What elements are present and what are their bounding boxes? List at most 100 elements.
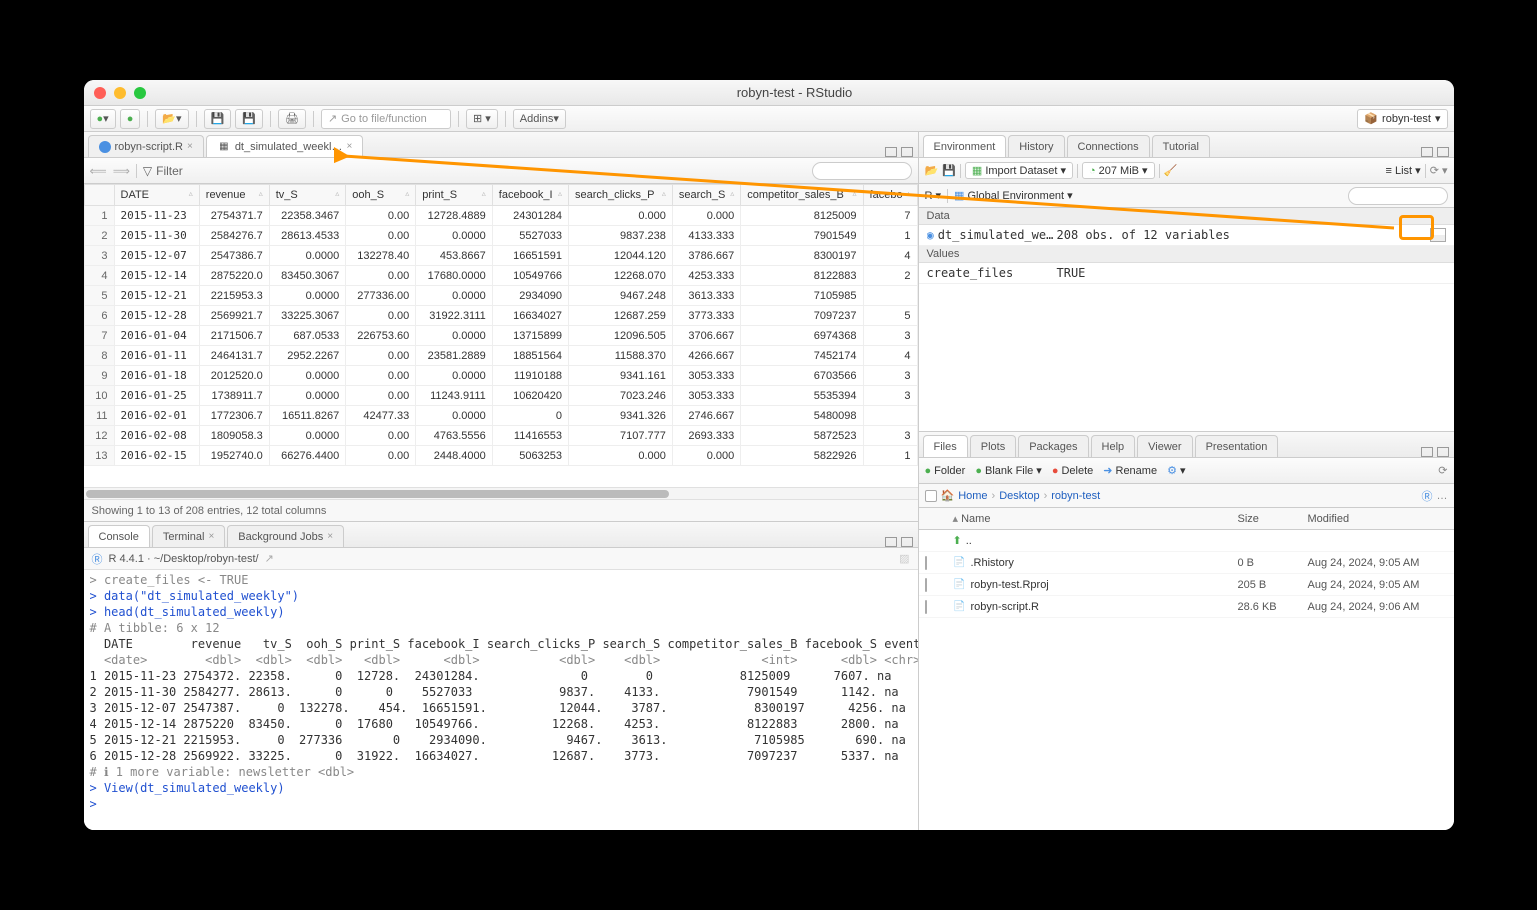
column-header[interactable]: print_S▵ <box>416 185 493 206</box>
tab-robyn-script[interactable]: robyn-script.R× <box>88 135 204 157</box>
clear-console-icon[interactable]: ▨ <box>899 552 909 565</box>
tab-dt-simulated[interactable]: ▦dt_simulated_weekl…× <box>206 135 363 157</box>
close-window[interactable] <box>94 87 106 99</box>
table-row[interactable]: 32015-12-072547386.70.0000132278.40453.8… <box>84 246 917 266</box>
env-value-row[interactable]: create_files TRUE <box>919 263 1454 284</box>
r-proj-icon[interactable]: Ⓡ <box>1422 488 1433 504</box>
file-checkbox[interactable] <box>925 600 927 614</box>
data-grid[interactable]: DATE▵revenue▵tv_S▵ooh_S▵print_S▵facebook… <box>84 184 918 487</box>
open-file-button[interactable]: 📂 ▾ <box>155 109 188 129</box>
close-icon[interactable]: × <box>187 141 193 152</box>
table-row[interactable]: 122016-02-081809058.30.00000.004763.5556… <box>84 426 917 446</box>
tab-bgjobs[interactable]: Background Jobs× <box>227 525 344 547</box>
delete-button[interactable]: ●Delete <box>1052 465 1093 477</box>
memory-indicator[interactable]: ◔207 MiB ▾ <box>1082 162 1155 179</box>
rename-button[interactable]: ➜Rename <box>1103 464 1157 477</box>
column-header[interactable]: tv_S▵ <box>269 185 346 206</box>
column-header[interactable]: search_clicks_P▵ <box>569 185 673 206</box>
tab-plots[interactable]: Plots <box>970 435 1016 457</box>
tab-presentation[interactable]: Presentation <box>1195 435 1279 457</box>
data-search-input[interactable] <box>812 162 912 180</box>
file-checkbox[interactable] <box>925 578 927 592</box>
panes-button[interactable]: ⊞ ▾ <box>466 109 498 129</box>
console-output[interactable]: > create_files <- TRUE> data("dt_simulat… <box>84 570 918 830</box>
tab-files[interactable]: Files <box>923 435 968 457</box>
maximize-pane-icon[interactable] <box>1437 447 1449 457</box>
breadcrumb-current[interactable]: robyn-test <box>1051 490 1100 502</box>
global-env-select[interactable]: ▦ Global Environment ▾ <box>954 189 1073 202</box>
table-row[interactable]: 102016-01-251738911.70.00000.0011243.911… <box>84 386 917 406</box>
popout-icon[interactable]: ↗ <box>265 552 274 565</box>
r-scope-select[interactable]: R ▾ <box>925 189 942 202</box>
new-blank-file-button[interactable]: ●Blank File ▾ <box>975 464 1041 477</box>
more-button[interactable]: ⚙ ▾ <box>1167 464 1185 477</box>
minimize-pane-icon[interactable] <box>885 147 897 157</box>
table-row[interactable]: 82016-01-112464131.72952.22670.0023581.2… <box>84 346 917 366</box>
horizontal-scrollbar[interactable] <box>84 487 918 499</box>
print-button[interactable]: 🖨 <box>278 109 306 129</box>
import-dataset-button[interactable]: ▦Import Dataset ▾ <box>965 162 1073 179</box>
fullscreen-window[interactable] <box>134 87 146 99</box>
save-button[interactable]: 💾 <box>204 109 232 129</box>
breadcrumb-home[interactable]: Home <box>958 490 987 502</box>
minimize-pane-icon[interactable] <box>885 537 897 547</box>
tab-terminal[interactable]: Terminal× <box>152 525 225 547</box>
env-search-input[interactable] <box>1348 187 1448 205</box>
table-row[interactable]: 132016-02-151952740.066276.44000.002448.… <box>84 446 917 466</box>
maximize-pane-icon[interactable] <box>1437 147 1449 157</box>
column-header[interactable]: revenue▵ <box>199 185 269 206</box>
select-all-checkbox[interactable] <box>925 490 937 502</box>
table-row[interactable]: 112016-02-011772306.716511.826742477.330… <box>84 406 917 426</box>
tab-connections[interactable]: Connections <box>1067 135 1150 157</box>
file-row[interactable]: 📄robyn-test.Rproj205 BAug 24, 2024, 9:05… <box>919 574 1454 596</box>
table-row[interactable]: 52015-12-212215953.30.0000277336.000.000… <box>84 286 917 306</box>
home-icon[interactable]: 🏠 <box>941 489 955 502</box>
minimize-pane-icon[interactable] <box>1421 447 1433 457</box>
tab-console[interactable]: Console <box>88 525 150 547</box>
new-project-button[interactable]: ● <box>120 109 141 129</box>
table-row[interactable]: 72016-01-042171506.7687.0533226753.600.0… <box>84 326 917 346</box>
file-row[interactable]: 📄.Rhistory0 BAug 24, 2024, 9:05 AM <box>919 552 1454 574</box>
goto-file-input[interactable]: ↗Go to file/function <box>321 109 451 129</box>
column-header[interactable]: search_S▵ <box>672 185 740 206</box>
tab-history[interactable]: History <box>1008 135 1064 157</box>
addins-button[interactable]: Addins ▾ <box>513 109 566 129</box>
file-row[interactable]: 📄robyn-script.R28.6 KBAug 24, 2024, 9:06… <box>919 596 1454 618</box>
column-header[interactable]: DATE▵ <box>114 185 199 206</box>
tab-help[interactable]: Help <box>1091 435 1136 457</box>
expand-icon[interactable]: ◉ <box>927 228 934 242</box>
view-list-button[interactable]: ≡ List ▾ <box>1386 164 1421 177</box>
breadcrumb-desktop[interactable]: Desktop <box>999 490 1039 502</box>
table-row[interactable]: 12015-11-232754371.722358.34670.0012728.… <box>84 206 917 226</box>
project-menu[interactable]: 📦robyn-test ▾ <box>1357 109 1447 129</box>
table-row[interactable]: 92016-01-182012520.00.00000.000.00001191… <box>84 366 917 386</box>
column-header[interactable]: facebook_I▵ <box>492 185 568 206</box>
maximize-pane-icon[interactable] <box>901 537 913 547</box>
column-header[interactable]: competitor_sales_B▵ <box>741 185 863 206</box>
env-data-row[interactable]: ◉dt_simulated_we… 208 obs. of 12 variabl… <box>919 225 1454 246</box>
save-workspace-button[interactable]: 💾 <box>942 164 956 177</box>
close-icon[interactable]: × <box>208 531 214 542</box>
new-folder-button[interactable]: ●Folder <box>925 465 966 477</box>
minimize-window[interactable] <box>114 87 126 99</box>
clear-workspace-button[interactable]: 🧹 <box>1164 164 1178 177</box>
forward-button[interactable]: ⟹ <box>113 164 130 178</box>
minimize-pane-icon[interactable] <box>1421 147 1433 157</box>
tab-viewer[interactable]: Viewer <box>1137 435 1192 457</box>
tab-packages[interactable]: Packages <box>1018 435 1088 457</box>
view-data-icon[interactable] <box>1430 228 1446 242</box>
new-file-button[interactable]: ● ▾ <box>90 109 116 129</box>
more-path-button[interactable]: … <box>1437 490 1448 502</box>
column-header[interactable]: ooh_S▵ <box>346 185 416 206</box>
close-icon[interactable]: × <box>346 141 352 152</box>
filter-button[interactable]: ▽Filter <box>143 164 183 178</box>
refresh-env-button[interactable]: ⟳ ▾ <box>1430 164 1448 177</box>
back-button[interactable]: ⟸ <box>90 164 107 178</box>
table-row[interactable]: 62015-12-282569921.733225.30670.0031922.… <box>84 306 917 326</box>
file-checkbox[interactable] <box>925 556 927 570</box>
close-icon[interactable]: × <box>327 531 333 542</box>
tab-tutorial[interactable]: Tutorial <box>1152 135 1210 157</box>
table-row[interactable]: 42015-12-142875220.083450.30670.0017680.… <box>84 266 917 286</box>
tab-environment[interactable]: Environment <box>923 135 1007 157</box>
column-header[interactable]: facebo▵ <box>863 185 917 206</box>
